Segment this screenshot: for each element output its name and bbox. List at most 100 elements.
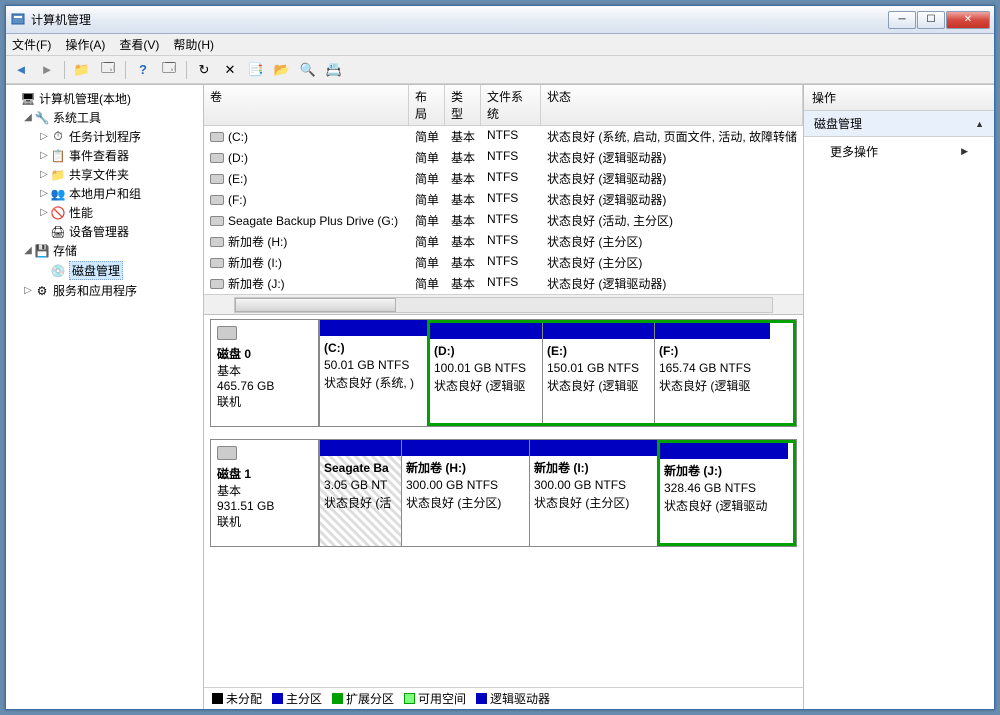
forward-button[interactable]: ► <box>36 59 58 81</box>
tree-users[interactable]: ▷👥本地用户和组 <box>8 184 201 203</box>
up-button[interactable]: 📁 <box>71 59 93 81</box>
tree-diskmgmt[interactable]: 💿磁盘管理 <box>8 260 201 281</box>
partition-size: 300.00 GB NTFS <box>534 478 626 492</box>
minimize-button[interactable]: ─ <box>888 11 916 29</box>
scroll-thumb[interactable] <box>235 298 396 312</box>
tree-eventviewer[interactable]: ▷📋事件查看器 <box>8 146 201 165</box>
toolbar-btn-9[interactable]: 📑 <box>245 59 267 81</box>
partition-header <box>655 323 770 339</box>
volume-row[interactable]: (E:)简单基本NTFS状态良好 (逻辑驱动器) <box>204 168 803 189</box>
disk-status: 联机 <box>217 393 312 410</box>
partition[interactable]: 新加卷 (H:)300.00 GB NTFS状态良好 (主分区) <box>401 440 529 546</box>
properties-button[interactable]: 📂 <box>271 59 293 81</box>
toolbar-btn-11[interactable]: 🔍 <box>297 59 319 81</box>
tree-root[interactable]: 🖥计算机管理(本地) <box>8 89 201 108</box>
partition-name: 新加卷 (I:) <box>534 461 589 475</box>
volume-row[interactable]: 新加卷 (J:)简单基本NTFS状态良好 (逻辑驱动器) <box>204 273 803 294</box>
toolbar-btn-12[interactable]: 📇 <box>323 59 345 81</box>
partition-status: 状态良好 (逻辑驱 <box>434 379 525 393</box>
volume-row[interactable]: 新加卷 (I:)简单基本NTFS状态良好 (主分区) <box>204 252 803 273</box>
maximize-button[interactable]: ☐ <box>917 11 945 29</box>
actions-section-diskmgmt[interactable]: 磁盘管理▲ <box>804 111 994 137</box>
partition-size: 50.01 GB NTFS <box>324 358 409 372</box>
volume-row[interactable]: 新加卷 (H:)简单基本NTFS状态良好 (主分区) <box>204 231 803 252</box>
tree-scheduler[interactable]: ▷⏱任务计划程序 <box>8 127 201 146</box>
tree-systools[interactable]: ◢🔧系统工具 <box>8 108 201 127</box>
col-fs[interactable]: 文件系统 <box>481 85 541 125</box>
storage-icon: 💾 <box>34 243 50 259</box>
collapse-icon[interactable]: ◢ <box>22 112 34 123</box>
tree-services[interactable]: ▷⚙服务和应用程序 <box>8 281 201 300</box>
volume-rows[interactable]: (C:)简单基本NTFS状态良好 (系统, 启动, 页面文件, 活动, 故障转储… <box>204 126 803 294</box>
toolbar-btn-6[interactable]: 🗔 <box>158 59 180 81</box>
expand-icon[interactable]: ▷ <box>22 285 34 296</box>
partition[interactable]: (C:)50.01 GB NTFS状态良好 (系统, ) <box>319 320 427 426</box>
disk-label: 磁盘 0 <box>217 345 312 362</box>
volume-icon <box>210 237 224 247</box>
volume-row[interactable]: (D:)简单基本NTFS状态良好 (逻辑驱动器) <box>204 147 803 168</box>
tree-storage[interactable]: ◢💾存储 <box>8 241 201 260</box>
extended-partition-group: 新加卷 (J:)328.46 GB NTFS状态良好 (逻辑驱动 <box>657 440 796 546</box>
users-icon: 👥 <box>50 186 66 202</box>
help-button[interactable]: ? <box>132 59 154 81</box>
partition[interactable]: (E:)150.01 GB NTFS状态良好 (逻辑驱 <box>542 323 654 423</box>
col-layout[interactable]: 布局 <box>409 85 445 125</box>
partition-header <box>660 443 788 459</box>
partition[interactable]: (F:)165.74 GB NTFS状态良好 (逻辑驱 <box>654 323 770 423</box>
partition[interactable]: 新加卷 (I:) 300.00 GB NTFS 状态良好 (主分区) <box>529 440 657 546</box>
partition[interactable]: (D:)100.01 GB NTFS状态良好 (逻辑驱 <box>430 323 542 423</box>
volume-icon <box>210 279 224 289</box>
col-type[interactable]: 类型 <box>445 85 481 125</box>
tree-perf[interactable]: ▷🚫性能 <box>8 203 201 222</box>
col-volume[interactable]: 卷 <box>204 85 409 125</box>
volume-name: (F:) <box>228 193 247 207</box>
delete-button[interactable]: ✕ <box>219 59 241 81</box>
menu-view[interactable]: 查看(V) <box>119 36 159 53</box>
expand-icon[interactable]: ▷ <box>38 150 50 161</box>
horizontal-scrollbar[interactable] <box>204 294 803 314</box>
disk-size: 931.51 GB <box>217 499 312 513</box>
menu-file[interactable]: 文件(F) <box>12 36 51 53</box>
partition-name: 新加卷 (J:) <box>664 464 722 478</box>
disk-status: 联机 <box>217 513 312 530</box>
legend-extended: 扩展分区 <box>332 690 394 707</box>
disk-block[interactable]: 磁盘 1基本931.51 GB联机Seagate Ba3.05 GB NT状态良… <box>210 439 797 547</box>
back-button[interactable]: ◄ <box>10 59 32 81</box>
col-status[interactable]: 状态 <box>541 85 803 125</box>
show-hide-tree-button[interactable]: 🗔 <box>97 59 119 81</box>
volume-icon <box>210 195 224 205</box>
disk-block[interactable]: 磁盘 0基本465.76 GB联机(C:)50.01 GB NTFS状态良好 (… <box>210 319 797 427</box>
collapse-icon[interactable]: ◢ <box>22 245 34 256</box>
expand-icon[interactable]: ▷ <box>38 131 50 142</box>
partition[interactable]: Seagate Ba3.05 GB NT状态良好 (活 <box>319 440 401 546</box>
menu-help[interactable]: 帮助(H) <box>173 36 214 53</box>
actions-more[interactable]: 更多操作▶ <box>804 137 994 166</box>
partition[interactable]: 新加卷 (J:)328.46 GB NTFS状态良好 (逻辑驱动 <box>660 443 788 543</box>
close-button[interactable]: ✕ <box>946 11 990 29</box>
titlebar[interactable]: 计算机管理 ─ ☐ ✕ <box>6 6 994 34</box>
tree-shared[interactable]: ▷📁共享文件夹 <box>8 165 201 184</box>
menu-action[interactable]: 操作(A) <box>65 36 105 53</box>
volume-row[interactable]: Seagate Backup Plus Drive (G:)简单基本NTFS状态… <box>204 210 803 231</box>
legend-unalloc: 未分配 <box>212 690 262 707</box>
services-icon: ⚙ <box>34 283 50 299</box>
shared-icon: 📁 <box>50 167 66 183</box>
arrow-right-icon: ▶ <box>961 146 968 157</box>
volume-row[interactable]: (F:)简单基本NTFS状态良好 (逻辑驱动器) <box>204 189 803 210</box>
partition-header <box>543 323 654 339</box>
partition-status: 状态良好 (系统, ) <box>324 376 414 390</box>
expand-icon[interactable]: ▷ <box>38 169 50 180</box>
scheduler-icon: ⏱ <box>50 129 66 145</box>
disk-size: 465.76 GB <box>217 379 312 393</box>
tools-icon: 🔧 <box>34 110 50 126</box>
partition-status: 状态良好 (主分区) <box>534 496 629 510</box>
volume-row[interactable]: (C:)简单基本NTFS状态良好 (系统, 启动, 页面文件, 活动, 故障转储 <box>204 126 803 147</box>
tree-panel[interactable]: 🖥计算机管理(本地) ◢🔧系统工具 ▷⏱任务计划程序 ▷📋事件查看器 ▷📁共享文… <box>6 85 204 709</box>
expand-icon[interactable]: ▷ <box>38 188 50 199</box>
disk-map[interactable]: 磁盘 0基本465.76 GB联机(C:)50.01 GB NTFS状态良好 (… <box>204 315 803 687</box>
refresh-button[interactable]: ↻ <box>193 59 215 81</box>
tree-devmgr[interactable]: 🖨设备管理器 <box>8 222 201 241</box>
partition-size: 300.00 GB NTFS <box>406 478 498 492</box>
partition-header <box>320 320 427 336</box>
expand-icon[interactable]: ▷ <box>38 207 50 218</box>
